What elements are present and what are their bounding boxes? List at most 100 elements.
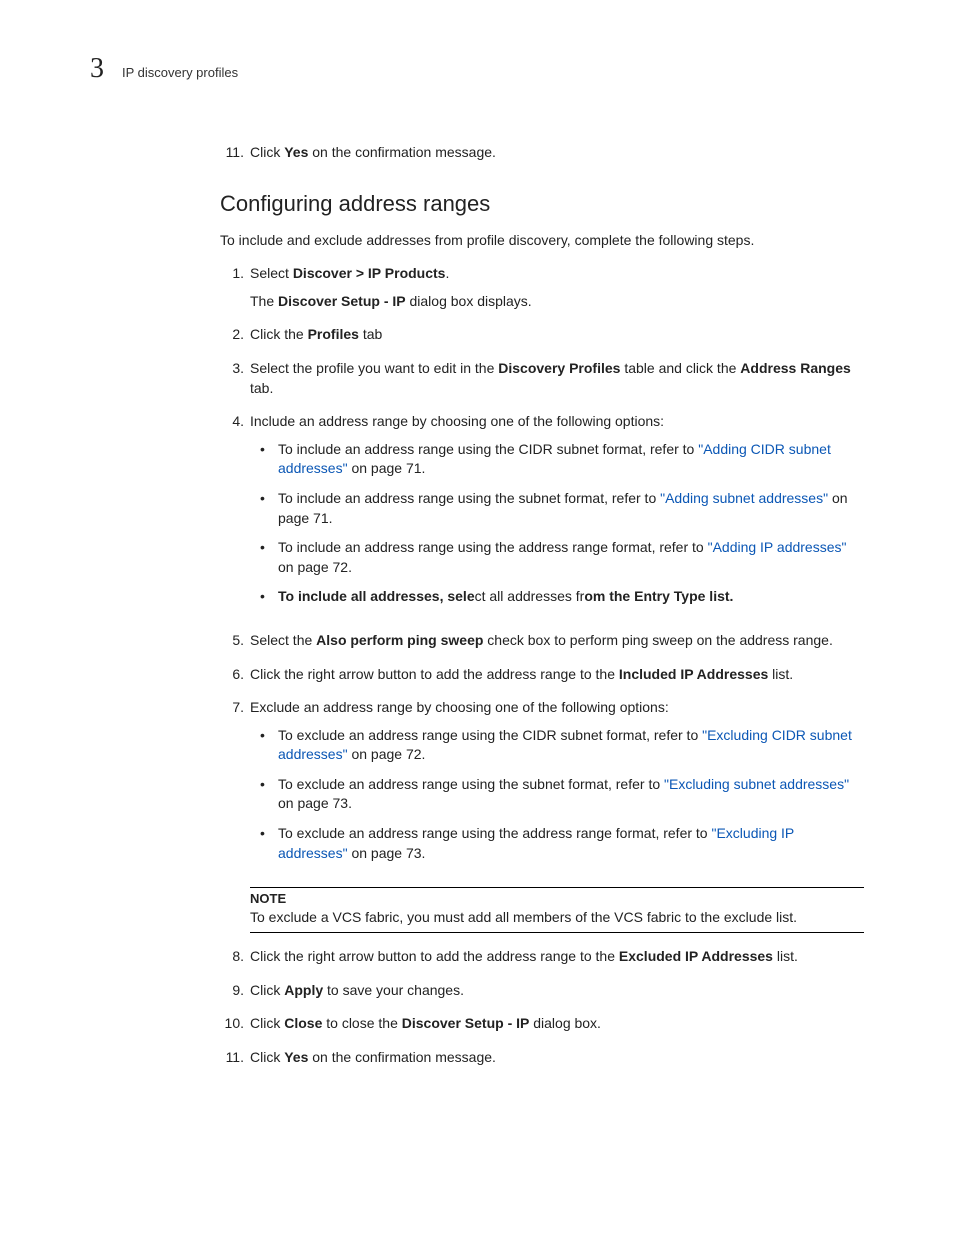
bold-text: Discover Setup - IP xyxy=(402,1015,530,1031)
text-fragment: tab xyxy=(359,326,382,342)
text-fragment: list. xyxy=(768,666,793,682)
step-text: Click Yes on the confirmation message. xyxy=(250,143,864,163)
list-item: To exclude an address range using the su… xyxy=(250,775,864,814)
step-8: 8. Click the right arrow button to add t… xyxy=(220,947,864,967)
step-number: 10. xyxy=(220,1014,244,1034)
text-fragment: Select the xyxy=(250,632,316,648)
step-number: 1. xyxy=(220,264,244,311)
bold-text: Profiles xyxy=(308,326,359,342)
note-label: NOTE xyxy=(250,890,864,908)
text-fragment: . xyxy=(445,265,449,281)
step-number: 11. xyxy=(220,1048,244,1068)
intro-paragraph: To include and exclude addresses from pr… xyxy=(220,231,864,251)
text-fragment: on page 73. xyxy=(348,845,426,861)
bold-text: Discovery Profiles xyxy=(498,360,620,376)
text-fragment: To include an address range using the su… xyxy=(278,490,660,506)
bold-text: Yes xyxy=(284,144,308,160)
note-text: To exclude a VCS fabric, you must add al… xyxy=(250,908,864,928)
step-9: 9. Click Apply to save your changes. xyxy=(220,981,864,1001)
step-11: 11. Click Yes on the confirmation messag… xyxy=(220,1048,864,1068)
section-heading: Configuring address ranges xyxy=(220,191,864,217)
bold-text: Close xyxy=(284,1015,322,1031)
page: 3 IP discovery profiles 11. Click Yes on… xyxy=(0,0,954,1131)
bold-text: Yes xyxy=(284,1049,308,1065)
bold-text: Address Ranges xyxy=(740,360,850,376)
text-fragment: on the confirmation message. xyxy=(308,144,496,160)
note-rule-top xyxy=(250,887,864,888)
text-fragment: list. xyxy=(773,948,798,964)
note-rule-bottom xyxy=(250,932,864,933)
step-text: Exclude an address range by choosing one… xyxy=(250,698,864,873)
text-fragment: Click xyxy=(250,144,284,160)
continued-step-11: 11. Click Yes on the confirmation messag… xyxy=(220,143,864,163)
text-fragment: on page 73. xyxy=(278,795,352,811)
step-number: 3. xyxy=(220,359,244,398)
text-fragment: The xyxy=(250,293,278,309)
list-item: To include an address range using the ad… xyxy=(250,538,864,577)
text-fragment: to save your changes. xyxy=(323,982,464,998)
step-number: 8. xyxy=(220,947,244,967)
text-fragment: on page 72. xyxy=(348,746,426,762)
list-item: To exclude an address range using the ad… xyxy=(250,824,864,863)
text-fragment: dialog box displays. xyxy=(406,293,532,309)
text-fragment: table and click the xyxy=(620,360,740,376)
step-text: Click Yes on the confirmation message. xyxy=(250,1048,864,1068)
text-fragment: check box to perform ping sweep on the a… xyxy=(483,632,832,648)
step-6: 6. Click the right arrow button to add t… xyxy=(220,665,864,685)
bold-text: Discover Setup - IP xyxy=(278,293,406,309)
bold-text: Apply xyxy=(284,982,323,998)
xref-link[interactable]: "Excluding subnet addresses" xyxy=(664,776,849,792)
step-intro: Exclude an address range by choosing one… xyxy=(250,698,864,718)
step-7: 7. Exclude an address range by choosing … xyxy=(220,698,864,873)
list-item: To exclude an address range using the CI… xyxy=(250,726,864,765)
step-text: Select the Also perform ping sweep check… xyxy=(250,631,864,651)
text-fragment: ct all addresses fr xyxy=(475,588,585,604)
step-text: Click Close to close the Discover Setup … xyxy=(250,1014,864,1034)
bold-text: om the Entry Type list. xyxy=(584,588,733,604)
step-5: 5. Select the Also perform ping sweep ch… xyxy=(220,631,864,651)
step-text: Select the profile you want to edit in t… xyxy=(250,359,864,398)
step-text: Include an address range by choosing one… xyxy=(250,412,864,617)
xref-link[interactable]: "Adding subnet addresses" xyxy=(660,490,828,506)
list-item: To include all addresses, select all add… xyxy=(250,587,864,607)
step-number: 11. xyxy=(220,143,244,163)
text-fragment: To exclude an address range using the su… xyxy=(278,776,664,792)
step-text: Select Discover > IP Products. The Disco… xyxy=(250,264,864,311)
text-fragment: Select the profile you want to edit in t… xyxy=(250,360,498,376)
list-item: To include an address range using the su… xyxy=(250,489,864,528)
content-block: 11. Click Yes on the confirmation messag… xyxy=(220,143,864,1067)
step-3: 3. Select the profile you want to edit i… xyxy=(220,359,864,398)
bold-text: Also perform ping sweep xyxy=(316,632,483,648)
text-fragment: Click the xyxy=(250,326,308,342)
bullet-list: To exclude an address range using the CI… xyxy=(250,726,864,864)
step-number: 7. xyxy=(220,698,244,873)
text-fragment: Click xyxy=(250,1049,284,1065)
text-fragment: To include an address range using the ad… xyxy=(278,539,708,555)
step-number: 2. xyxy=(220,325,244,345)
text-fragment: dialog box. xyxy=(529,1015,601,1031)
text-fragment: on page 71. xyxy=(348,460,426,476)
running-head-text: IP discovery profiles xyxy=(122,65,238,80)
bold-text: Included IP Addresses xyxy=(619,666,768,682)
step-text: Click Apply to save your changes. xyxy=(250,981,864,1001)
bold-text: Excluded IP Addresses xyxy=(619,948,773,964)
text-fragment: To exclude an address range using the ad… xyxy=(278,825,711,841)
step-10: 10. Click Close to close the Discover Se… xyxy=(220,1014,864,1034)
step-4: 4. Include an address range by choosing … xyxy=(220,412,864,617)
step-text: Click the right arrow button to add the … xyxy=(250,665,864,685)
xref-link[interactable]: "Adding IP addresses" xyxy=(708,539,847,555)
text-fragment: Click xyxy=(250,982,284,998)
running-header: 3 IP discovery profiles xyxy=(90,55,864,83)
bold-text: Discover > IP Products xyxy=(293,265,446,281)
text-fragment: Click the right arrow button to add the … xyxy=(250,666,619,682)
text-fragment: To include an address range using the CI… xyxy=(278,441,698,457)
text-fragment: on page 72. xyxy=(278,559,352,575)
step-text: Click the right arrow button to add the … xyxy=(250,947,864,967)
text-fragment: on the confirmation message. xyxy=(308,1049,496,1065)
step-intro: Include an address range by choosing one… xyxy=(250,412,864,432)
step-number: 4. xyxy=(220,412,244,617)
bold-text: To include all addresses, sele xyxy=(278,588,475,604)
bullet-list: To include an address range using the CI… xyxy=(250,440,864,607)
step-number: 9. xyxy=(220,981,244,1001)
step-text: Click the Profiles tab xyxy=(250,325,864,345)
